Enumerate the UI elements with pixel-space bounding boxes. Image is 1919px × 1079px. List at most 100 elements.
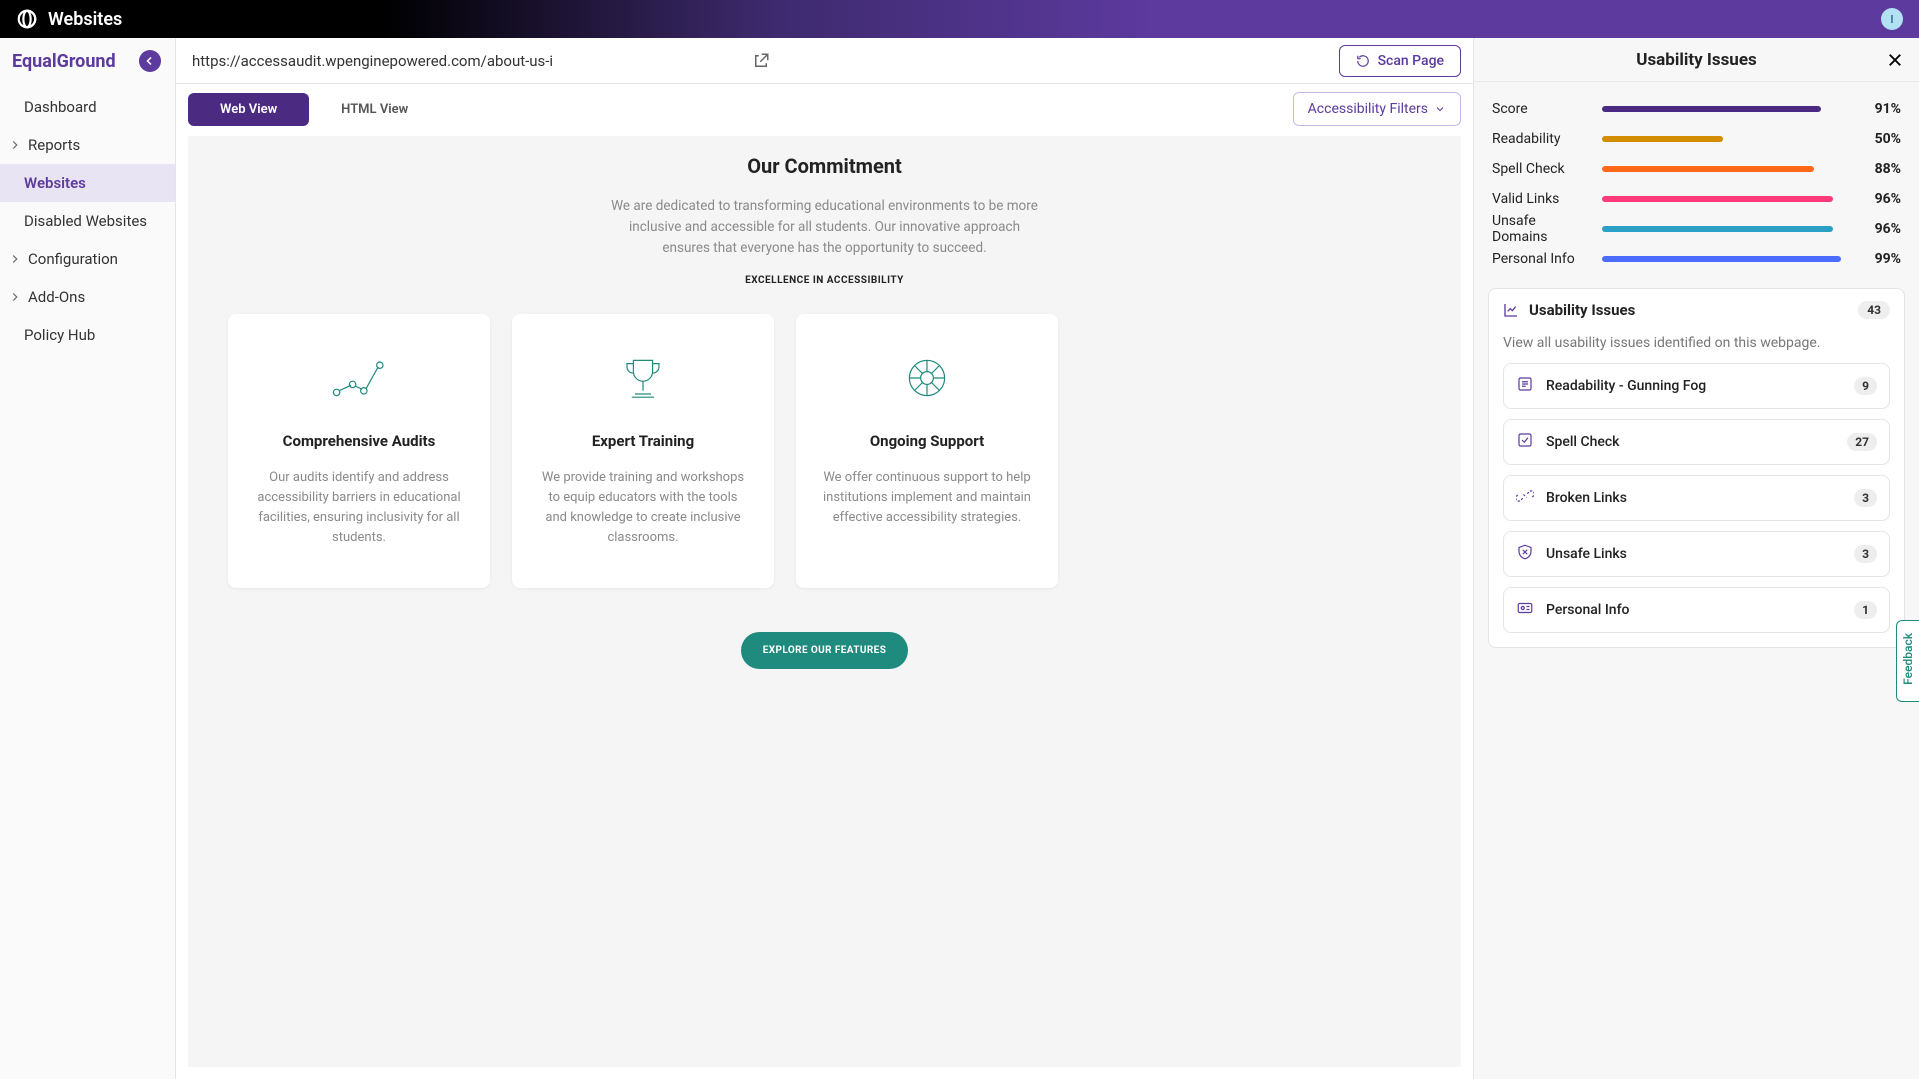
issue-count-badge: 3 [1854,545,1877,563]
feature-card: Ongoing SupportWe offer continuous suppo… [796,314,1058,589]
feature-card-title: Comprehensive Audits [254,432,464,450]
filters-label: Accessibility Filters [1308,101,1428,117]
metric-row-unsafe-domains: Unsafe Domains 96% [1492,214,1901,244]
sidebar-item-configuration[interactable]: Configuration [0,240,175,278]
commitment-text: We are dedicated to transforming educati… [610,196,1040,259]
metric-label: Score [1492,101,1588,117]
issue-label: Readability - Gunning Fog [1546,378,1842,394]
metric-bar [1602,166,1843,172]
tab-html-view[interactable]: HTML View [309,93,440,126]
check-icon [1516,431,1534,453]
accessibility-filters-button[interactable]: Accessibility Filters [1293,92,1461,126]
chevron-right-icon [8,252,22,266]
url-input[interactable] [188,46,737,76]
issue-item-broken-links[interactable]: Broken Links3 [1503,475,1890,521]
metric-value: 96% [1857,191,1901,207]
feature-card-desc: Our audits identify and address accessib… [254,468,464,549]
feature-card-icon [538,348,748,408]
metric-row-readability: Readability 50% [1492,124,1901,154]
scan-page-label: Scan Page [1378,53,1444,69]
issues-section: Usability Issues 43 View all usability i… [1488,288,1905,648]
metric-bar [1602,256,1843,262]
sidebar-item-websites[interactable]: Websites [0,164,175,202]
metric-value: 96% [1857,221,1901,237]
metric-label: Personal Info [1492,251,1588,267]
sidebar-item-disabled-websites[interactable]: Disabled Websites [0,202,175,240]
feature-card-title: Expert Training [538,432,748,450]
feature-card-icon [822,348,1032,408]
issue-count-badge: 3 [1854,489,1877,507]
issue-count-badge: 1 [1854,601,1877,619]
sidebar-item-label: Policy Hub [24,326,95,344]
close-icon [1886,51,1904,69]
feedback-label: Feedback [1901,633,1915,685]
metric-label: Unsafe Domains [1492,213,1588,245]
metric-bar [1602,136,1843,142]
shield-icon [1516,543,1534,565]
sidebar: EqualGround Dashboard Reports Websites Disa… [0,38,176,1079]
metric-value: 88% [1857,161,1901,177]
issue-count-badge: 9 [1854,377,1877,395]
feedback-tab[interactable]: Feedback [1896,620,1919,702]
sidebar-item-label: Websites [24,174,86,192]
metric-label: Spell Check [1492,161,1588,177]
issue-label: Unsafe Links [1546,546,1842,562]
metric-bar [1602,196,1843,202]
sidebar-item-label: Reports [28,136,80,154]
scan-page-button[interactable]: Scan Page [1339,45,1461,77]
issue-item-readability-gunning-fog[interactable]: Readability - Gunning Fog 9 [1503,363,1890,409]
avatar-initial: I [1890,13,1893,26]
sidebar-item-label: Disabled Websites [24,212,147,230]
open-external-icon[interactable] [749,49,773,73]
sidebar-item-label: Add-Ons [28,288,85,306]
metric-row-personal-info: Personal Info 99% [1492,244,1901,274]
issue-item-spell-check[interactable]: Spell Check27 [1503,419,1890,465]
metric-label: Readability [1492,131,1588,147]
close-panel-button[interactable] [1883,48,1907,72]
sidebar-item-add-ons[interactable]: Add-Ons [0,278,175,316]
panel-title: Usability Issues [1636,50,1757,70]
main-column: Scan Page Web ViewHTML View Accessibilit… [176,38,1474,1079]
topbar: Websites I [0,0,1919,38]
metric-row-valid-links: Valid Links 96% [1492,184,1901,214]
chevron-right-icon [8,138,22,152]
metric-row-score: Score 91% [1492,94,1901,124]
sidebar-item-dashboard[interactable]: Dashboard [0,88,175,126]
feature-card-desc: We offer continuous support to help inst… [822,468,1032,528]
explore-features-button[interactable]: EXPLORE OUR FEATURES [741,632,909,669]
issue-label: Personal Info [1546,602,1842,618]
issue-count-badge: 27 [1847,433,1877,451]
metric-value: 99% [1857,251,1901,267]
metric-value: 91% [1857,101,1901,117]
web-preview: Our Commitment We are dedicated to trans… [188,136,1461,1067]
url-bar: Scan Page [176,38,1473,84]
chevron-right-icon [8,290,22,304]
sidebar-item-reports[interactable]: Reports [0,126,175,164]
back-button[interactable] [139,50,161,72]
tab-web-view[interactable]: Web View [188,93,309,126]
metric-label: Valid Links [1492,191,1588,207]
chart-line-icon [1503,302,1519,318]
metric-bar [1602,106,1843,112]
feature-card: Expert TrainingWe provide training and w… [512,314,774,589]
view-bar: Web ViewHTML View Accessibility Filters [176,84,1473,136]
broken-icon [1516,487,1534,509]
sidebar-item-policy-hub[interactable]: Policy Hub [0,316,175,354]
excellence-label: EXCELLENCE IN ACCESSIBILITY [228,275,1421,286]
site-name: EqualGround [12,51,116,72]
feature-card: Comprehensive Audits Our audits identify … [228,314,490,589]
issues-total-badge: 43 [1858,301,1890,319]
issue-item-personal-info[interactable]: Personal Info 1 [1503,587,1890,633]
doc-icon [1516,375,1534,397]
chevron-down-icon [1434,103,1446,115]
commitment-title: Our Commitment [228,154,1421,178]
logo-icon [16,8,38,30]
metric-row-spell-check: Spell Check 88% [1492,154,1901,184]
metric-value: 50% [1857,131,1901,147]
id-icon [1516,599,1534,621]
issues-header-title: Usability Issues [1529,301,1848,319]
issues-description: View all usability issues identified on … [1503,335,1890,351]
issue-item-unsafe-links[interactable]: Unsafe Links 3 [1503,531,1890,577]
feature-card-icon [254,348,464,408]
avatar[interactable]: I [1881,8,1903,30]
